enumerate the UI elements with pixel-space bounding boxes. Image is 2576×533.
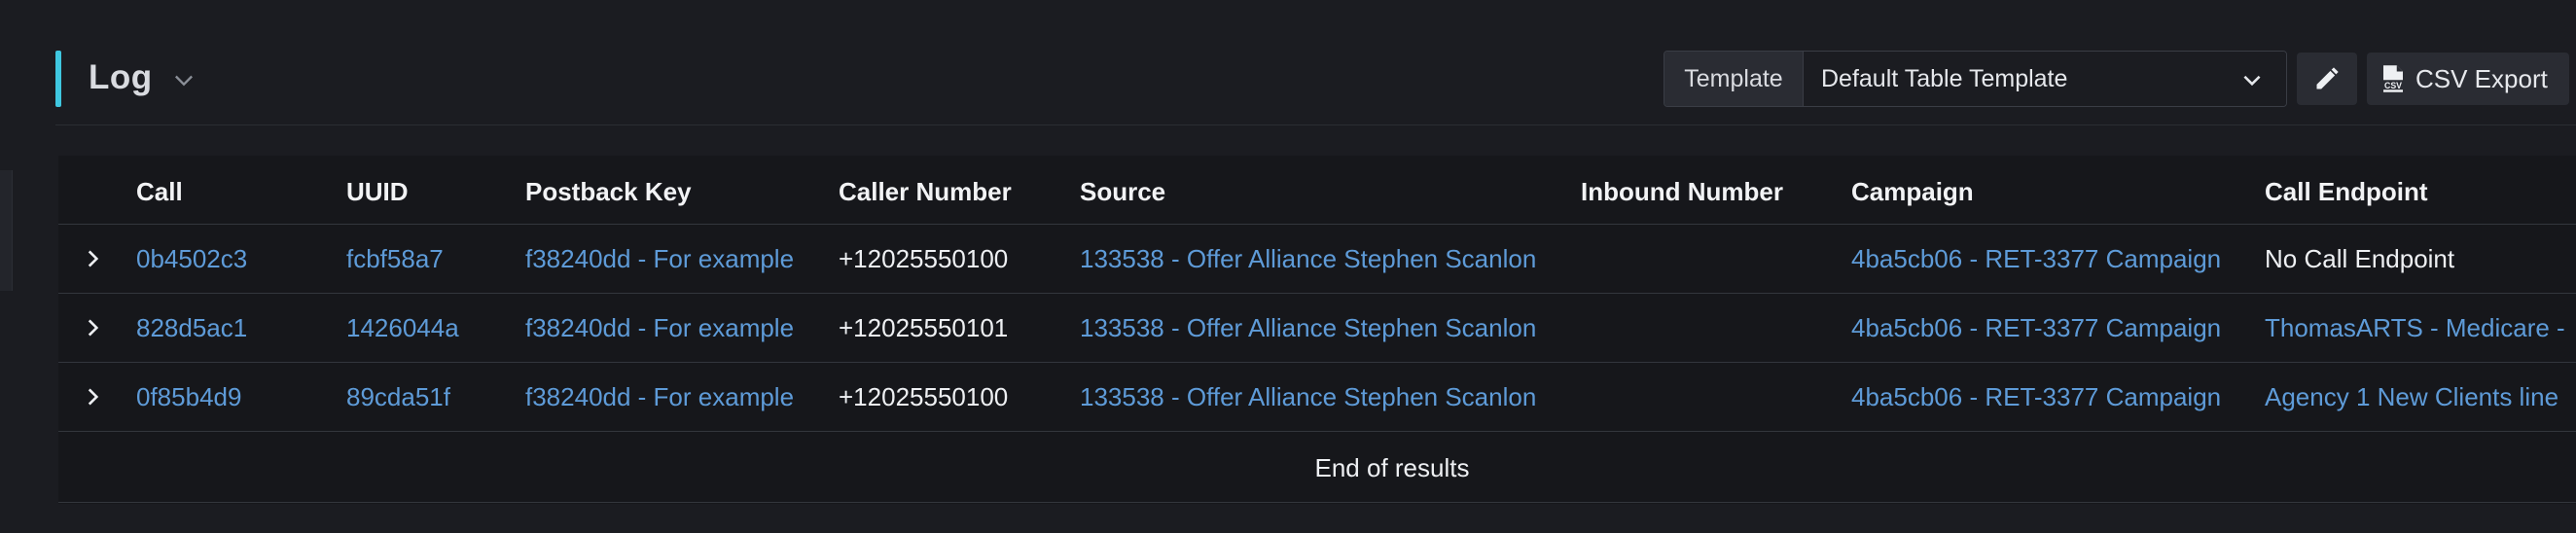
- chevron-right-icon[interactable]: [80, 315, 105, 340]
- caller-number: +12025550100: [839, 382, 1009, 411]
- source-link[interactable]: 133538 - Offer Alliance Stephen Scanlon: [1080, 244, 1536, 274]
- postback-key-link[interactable]: f38240dd - For example: [525, 382, 794, 412]
- csv-export-button[interactable]: CSV CSV Export: [2367, 53, 2569, 105]
- template-label: Template: [1664, 52, 1804, 106]
- template-value: Default Table Template: [1821, 64, 2068, 92]
- svg-text:CSV: CSV: [2384, 81, 2402, 90]
- campaign-link[interactable]: 4ba5cb06 - RET-3377 Campaign: [1851, 244, 2221, 274]
- call-endpoint-link[interactable]: Agency 1 New Clients line: [2265, 382, 2558, 412]
- uuid-link[interactable]: fcbf58a7: [346, 244, 444, 274]
- chevron-right-icon[interactable]: [80, 384, 105, 409]
- uuid-link[interactable]: 89cda51f: [346, 382, 450, 412]
- table-row[interactable]: 828d5ac1 1426044a f38240dd - For example…: [58, 294, 2576, 363]
- uuid-link[interactable]: 1426044a: [346, 313, 459, 343]
- postback-key-link[interactable]: f38240dd - For example: [525, 313, 794, 343]
- side-panel-edge: [0, 170, 13, 291]
- end-of-results-text: End of results: [1314, 453, 1470, 482]
- template-dropdown[interactable]: Default Table Template: [1804, 52, 2286, 106]
- csv-export-label: CSV Export: [2415, 63, 2548, 93]
- call-link[interactable]: 0f85b4d9: [136, 382, 241, 412]
- column-header-caller-number[interactable]: Caller Number: [839, 177, 1012, 207]
- column-header-call-endpoint[interactable]: Call Endpoint: [2265, 177, 2428, 207]
- postback-key-link[interactable]: f38240dd - For example: [525, 244, 794, 274]
- call-link[interactable]: 828d5ac1: [136, 313, 247, 343]
- log-header: Log Template Default Table Template CSV …: [55, 49, 2576, 125]
- campaign-link[interactable]: 4ba5cb06 - RET-3377 Campaign: [1851, 313, 2221, 343]
- chevron-down-icon: [2243, 75, 2261, 87]
- source-link[interactable]: 133538 - Offer Alliance Stephen Scanlon: [1080, 382, 1536, 412]
- column-header-campaign[interactable]: Campaign: [1851, 177, 1974, 207]
- campaign-link[interactable]: 4ba5cb06 - RET-3377 Campaign: [1851, 382, 2221, 412]
- chevron-down-icon[interactable]: [170, 66, 197, 93]
- table-row[interactable]: 0f85b4d9 89cda51f f38240dd - For example…: [58, 363, 2576, 432]
- call-endpoint: No Call Endpoint: [2265, 244, 2455, 273]
- end-of-results-row: End of results: [58, 432, 2576, 503]
- column-header-inbound-number[interactable]: Inbound Number: [1581, 177, 1783, 207]
- column-header-postback-key[interactable]: Postback Key: [525, 177, 692, 207]
- call-link[interactable]: 0b4502c3: [136, 244, 247, 274]
- chevron-right-icon[interactable]: [80, 246, 105, 271]
- edit-template-button[interactable]: [2297, 53, 2357, 105]
- caller-number: +12025550100: [839, 244, 1009, 273]
- column-header-call[interactable]: Call: [136, 177, 183, 207]
- column-header-uuid[interactable]: UUID: [346, 177, 409, 207]
- table-header: Call UUID Postback Key Caller Number Sou…: [58, 156, 2576, 225]
- pencil-icon: [2316, 67, 2339, 89]
- title-accent-bar: [55, 51, 61, 107]
- caller-number: +12025550101: [839, 313, 1009, 342]
- call-endpoint-link[interactable]: ThomasARTS - Medicare -: [2265, 313, 2565, 343]
- source-link[interactable]: 133538 - Offer Alliance Stephen Scanlon: [1080, 313, 1536, 343]
- table-row[interactable]: 0b4502c3 fcbf58a7 f38240dd - For example…: [58, 225, 2576, 294]
- page-title: Log: [89, 58, 153, 96]
- csv-file-icon: CSV: [2380, 65, 2406, 92]
- column-header-source[interactable]: Source: [1080, 177, 1165, 207]
- template-selector: Template Default Table Template: [1664, 51, 2287, 107]
- log-table: Call UUID Postback Key Caller Number Sou…: [58, 156, 2576, 504]
